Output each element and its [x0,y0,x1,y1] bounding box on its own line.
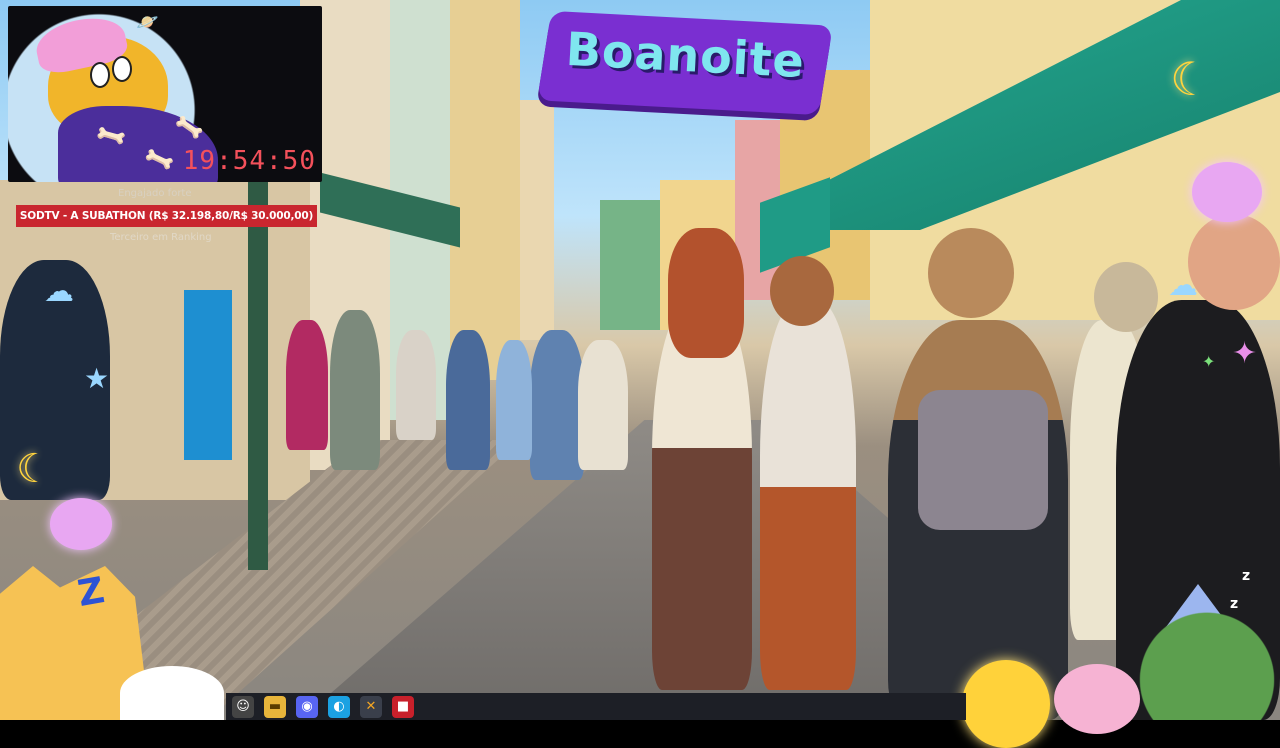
cloud-icon: ☁ [44,274,74,309]
frog-wizard-sticker [1134,586,1280,720]
person [496,340,532,460]
person [330,310,380,470]
star-icon: ★ [84,362,110,395]
subathon-bar: SODTV - A SUBATHON (R$ 32.198,80/R$ 30.0… [16,205,317,227]
person [286,320,328,450]
vending-machine [184,290,232,460]
edge-icon[interactable]: ◐ [328,695,350,718]
lamp-post [248,180,268,570]
moon-icon: ☾ [1170,52,1212,106]
faint-overlay-label: Terceiro em Ranking [110,232,212,243]
backpack [918,390,1048,530]
moon-icon: ☾ [16,446,52,492]
kirby-sticker [1054,664,1140,734]
person [770,256,834,326]
face-icon[interactable]: ☺ [232,695,254,718]
building [450,0,520,380]
subathon-timer: 19:54:50 [182,146,316,176]
bone-icon: 🦴 [174,113,206,144]
person [652,300,752,690]
person [446,330,490,470]
person [1188,214,1280,310]
dog-eye [90,62,110,88]
sparkle-icon: ✦ [1202,352,1216,371]
person [396,330,436,440]
app-icon[interactable]: ✕ [360,695,382,718]
sun-sticker [962,660,1050,748]
pink-cloud-sticker [1192,162,1262,222]
person [928,228,1014,318]
folder-icon[interactable]: ▬ [264,695,286,718]
faint-overlay-label: Engajado forte [118,188,192,199]
cloud-icon: ☁ [1168,268,1198,303]
ghost-sticker [120,666,224,720]
building [600,200,660,330]
dog-eye [112,56,132,82]
discord-icon[interactable]: ◉ [296,695,318,718]
sleep-z-icon: z [1230,596,1239,612]
red-app-icon[interactable]: ■ [392,695,414,718]
person [530,330,584,480]
boanoite-logo: Boanoite [537,10,833,116]
planet-icon: 🪐 [136,12,159,33]
sleep-z-icon: z [1242,568,1251,584]
person [760,300,856,690]
building [520,100,554,340]
person [668,228,744,358]
person [578,340,628,470]
taskbar: ☺ ▬ ◉ ◐ ✕ ■ [226,693,966,720]
star-icon: ✦ [1232,336,1258,371]
streamer-avatar-panel: 🦴 🦴 🦴 🪐 19:54:50 [8,6,322,182]
pink-cloud-sticker [50,498,112,550]
